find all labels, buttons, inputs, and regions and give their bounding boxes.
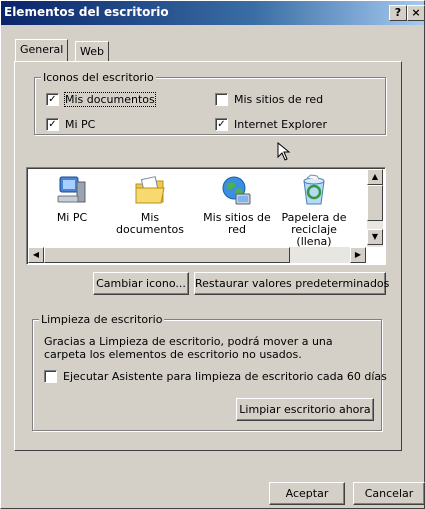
close-button[interactable]: × (407, 5, 425, 21)
help-button[interactable]: ? (389, 5, 407, 21)
desktop-icon-listview[interactable]: Mi PC Mis documentos Mis sitios de red P… (26, 167, 386, 265)
checkbox-my-documents[interactable]: ✓ Mis documentos (46, 92, 156, 107)
mouse-cursor-icon (277, 142, 291, 161)
recycle-bin-icon (303, 174, 325, 205)
change-icon-button[interactable]: Cambiar icono... (93, 272, 189, 295)
checkbox-box[interactable]: ✓ (46, 93, 59, 106)
window-title: Elementos del escritorio (4, 5, 169, 19)
checkbox-my-network-places[interactable]: Mis sitios de red (215, 93, 323, 106)
checkbox-box[interactable] (44, 370, 57, 383)
checkbox-box[interactable] (215, 93, 228, 106)
checkbox-label: Internet Explorer (234, 118, 327, 131)
folder-documents-icon (135, 176, 165, 204)
checkbox-internet-explorer[interactable]: ✓ Internet Explorer (215, 118, 327, 131)
checkbox-label: Ejecutar Asistente para limpieza de escr… (63, 370, 387, 383)
clean-desktop-now-button[interactable]: Limpiar escritorio ahora (236, 398, 374, 421)
cleanup-description: Gracias a Limpieza de escritorio, podrá … (44, 335, 333, 361)
restore-defaults-button[interactable]: Restaurar valores predeterminados (194, 272, 389, 295)
list-item-my-documents[interactable]: Mis documentos (111, 174, 189, 236)
horizontal-scrollbar[interactable]: ◀ ▶ (28, 247, 366, 263)
title-bar[interactable]: Elementos del escritorio ? × (1, 1, 425, 25)
computer-icon (57, 176, 86, 203)
tab-general[interactable]: General (15, 39, 69, 61)
vertical-scrollbar[interactable]: ▲ ▼ (367, 169, 383, 247)
list-item-my-computer[interactable]: Mi PC (33, 174, 111, 224)
scroll-left-icon[interactable]: ◀ (28, 247, 44, 263)
desktop-icons-legend: Iconos del escritorio (41, 71, 156, 84)
network-places-icon (222, 176, 251, 205)
scroll-up-icon[interactable]: ▲ (367, 169, 383, 185)
list-item-label-line2: reciclaje (llena) (291, 223, 337, 248)
list-item-label-line1: Mi PC (56, 211, 88, 224)
vertical-scroll-thumb[interactable] (367, 185, 383, 221)
checkbox-label: Mis documentos (64, 92, 156, 107)
list-item-recycle-bin[interactable]: Papelera de reciclaje (llena) (275, 174, 353, 248)
checkbox-my-computer[interactable]: ✓ Mi PC (46, 118, 95, 131)
scroll-right-icon[interactable]: ▶ (350, 247, 366, 263)
checkbox-label: Mi PC (65, 118, 96, 131)
desktop-cleanup-legend: Limpieza de escritorio (39, 313, 165, 326)
cancel-button[interactable]: Cancelar (353, 482, 425, 505)
checkbox-box[interactable]: ✓ (215, 118, 228, 131)
checkbox-run-cleanup-wizard[interactable]: Ejecutar Asistente para limpieza de escr… (44, 370, 387, 383)
ok-button[interactable]: Aceptar (269, 482, 345, 505)
scroll-down-icon[interactable]: ▼ (367, 229, 383, 245)
list-item-my-network-places[interactable]: Mis sitios de red (198, 174, 276, 236)
desktop-items-dialog: Elementos del escritorio ? × General Web… (0, 0, 425, 509)
checkbox-box[interactable]: ✓ (46, 118, 59, 131)
horizontal-scroll-thumb[interactable] (44, 247, 290, 263)
tab-web[interactable]: Web (75, 41, 109, 61)
list-item-label-line2: red (227, 223, 247, 236)
list-item-label-line2: documentos (116, 223, 184, 236)
checkbox-label: Mis sitios de red (234, 93, 324, 106)
